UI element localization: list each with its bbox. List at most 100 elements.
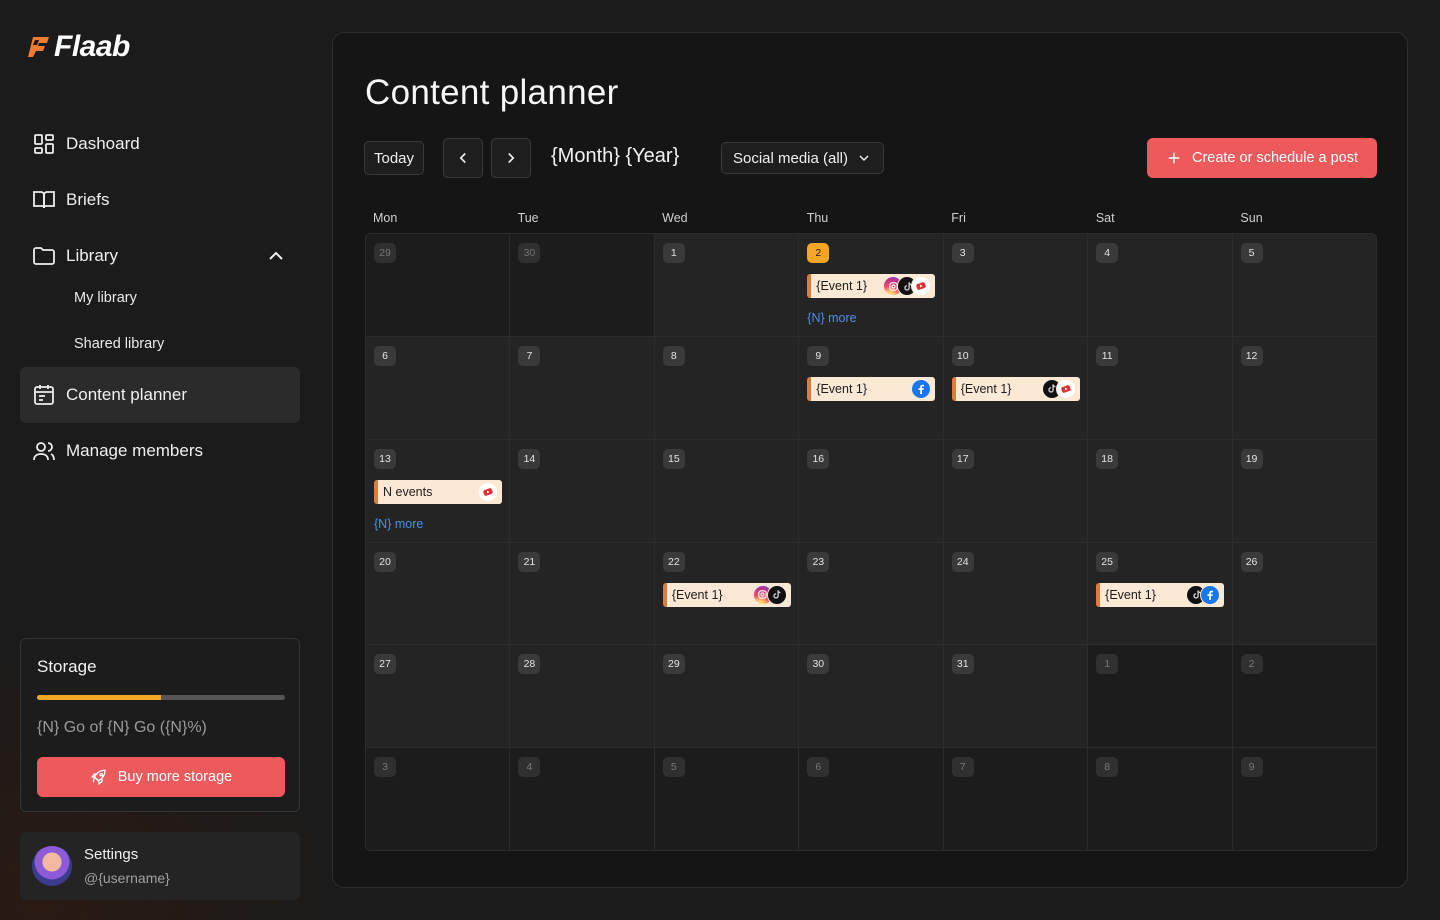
- day-number: 5: [1240, 243, 1263, 263]
- day-number: 4: [1096, 243, 1119, 263]
- calendar-day-cell[interactable]: 7: [943, 748, 1088, 850]
- logo[interactable]: Flaab: [28, 30, 130, 64]
- event-chip[interactable]: {Event 1}: [807, 274, 936, 298]
- profile-card[interactable]: Settings @{username}: [20, 832, 300, 900]
- calendar-day-cell[interactable]: 10 {Event 1}: [943, 336, 1088, 439]
- calendar-day-cell[interactable]: 23: [799, 542, 943, 645]
- calendar-day-cell[interactable]: 8: [1088, 748, 1232, 850]
- next-month-button[interactable]: [491, 138, 531, 178]
- calendar-day-cell[interactable]: 9: [1232, 748, 1376, 850]
- calendar-day-cell[interactable]: 28: [510, 645, 654, 748]
- calendar-day-cell[interactable]: 4: [1088, 234, 1232, 336]
- sidebar-item-label: Content planner: [66, 385, 187, 404]
- day-number: 24: [951, 551, 974, 572]
- calendar-day-cell[interactable]: 20: [366, 542, 510, 645]
- event-chip[interactable]: N events: [374, 479, 502, 504]
- calendar-day-cell[interactable]: 27: [366, 645, 510, 748]
- event-label: {Event 1}: [960, 381, 1012, 396]
- calendar-day-cell[interactable]: 21: [510, 542, 654, 645]
- calendar-day-cell[interactable]: 29: [366, 234, 510, 336]
- event-chip[interactable]: {Event 1}: [1096, 582, 1225, 607]
- buy-storage-button[interactable]: Buy more storage: [37, 757, 285, 797]
- calendar-day-cell[interactable]: 29: [654, 645, 799, 748]
- calendar-day-cell[interactable]: 30: [510, 234, 654, 336]
- calendar-day-cell[interactable]: 15: [654, 439, 799, 542]
- sidebar-item-briefs[interactable]: Briefs: [20, 172, 300, 228]
- chevron-up-icon[interactable]: [264, 244, 288, 268]
- calendar-day-cell[interactable]: 6: [799, 748, 943, 850]
- more-events-link[interactable]: {N} more: [807, 311, 856, 325]
- day-number: 13: [374, 448, 396, 469]
- calendar-day-cell[interactable]: 7: [510, 336, 654, 439]
- facebook-icon: [1200, 584, 1221, 605]
- calendar-day-cell[interactable]: 8: [654, 336, 799, 439]
- book-icon: [33, 191, 55, 209]
- event-platform-icons: [1041, 378, 1076, 399]
- day-number: 12: [1240, 345, 1263, 366]
- day-number: 2: [1240, 654, 1263, 675]
- calendar-day-cell[interactable]: 30: [799, 645, 943, 748]
- day-number: 30: [807, 654, 830, 675]
- event-chip[interactable]: {Event 1}: [951, 376, 1080, 401]
- calendar-day-cell[interactable]: 12: [1232, 336, 1376, 439]
- calendar-day-cell[interactable]: 18: [1088, 439, 1232, 542]
- day-number: 14: [518, 448, 541, 469]
- more-events-link[interactable]: {N} more: [374, 517, 423, 531]
- sidebar-item-library[interactable]: Library: [20, 228, 300, 284]
- calendar-day-cell[interactable]: 26: [1232, 542, 1376, 645]
- sidebar-item-manage-members[interactable]: Manage members: [20, 423, 300, 479]
- calendar-day-cell[interactable]: 31: [943, 645, 1088, 748]
- event-chip[interactable]: {Event 1}: [662, 582, 791, 607]
- calendar-day-cell[interactable]: 1: [1088, 645, 1232, 748]
- calendar-day-cell[interactable]: 9 {Event 1}: [799, 336, 943, 439]
- sidebar-item-content-planner[interactable]: Content planner: [20, 367, 300, 423]
- sidebar-item-dashboard[interactable]: Dashoard: [20, 116, 300, 172]
- tiktok-icon: [766, 584, 787, 605]
- event-chip[interactable]: {Event 1}: [807, 376, 936, 401]
- day-number: 25: [1096, 551, 1119, 572]
- event-label: {Event 1}: [671, 587, 723, 602]
- storage-card: Storage {N} Go of {N} Go ({N}%) Buy more…: [20, 638, 300, 812]
- calendar-day-cell[interactable]: 5: [1232, 234, 1376, 336]
- calendar-day-cell[interactable]: 3: [943, 234, 1088, 336]
- social-media-filter[interactable]: Social media (all): [721, 142, 884, 174]
- day-number: 28: [518, 654, 541, 675]
- calendar-day-cell[interactable]: 2: [1232, 645, 1376, 748]
- settings-link[interactable]: Settings: [84, 846, 138, 863]
- event-label: {Event 1}: [816, 279, 868, 293]
- day-number: 7: [518, 345, 541, 366]
- calendar-day-cell[interactable]: 22 {Event 1}: [654, 542, 799, 645]
- calendar-day-cell[interactable]: 24: [943, 542, 1088, 645]
- sidebar-subitem-my-library[interactable]: My library: [74, 290, 137, 306]
- calendar-day-cell[interactable]: 13 N events {N} more: [366, 439, 510, 542]
- day-number: 22: [662, 551, 685, 572]
- calendar-day-cell[interactable]: 1: [654, 234, 799, 336]
- calendar-day-cell[interactable]: 14: [510, 439, 654, 542]
- create-post-button[interactable]: Create or schedule a post: [1147, 138, 1377, 178]
- storage-usage-text: {N} Go of {N} Go ({N}%): [37, 719, 207, 736]
- calendar-day-cell[interactable]: 16: [799, 439, 943, 542]
- weekday-header: Sun: [1240, 211, 1263, 225]
- calendar-day-cell[interactable]: 6: [366, 336, 510, 439]
- calendar-day-cell[interactable]: 3: [366, 748, 510, 850]
- calendar-day-cell[interactable]: 17: [943, 439, 1088, 542]
- day-number: 18: [1096, 448, 1119, 469]
- page-title: Content planner: [365, 73, 619, 112]
- calendar-day-cell[interactable]: 19: [1232, 439, 1376, 542]
- sidebar-subitem-shared-library[interactable]: Shared library: [74, 336, 164, 352]
- calendar-day-cell[interactable]: 25 {Event 1}: [1088, 542, 1232, 645]
- today-button[interactable]: Today: [364, 141, 424, 175]
- day-number: 7: [951, 757, 974, 778]
- calendar-day-cell[interactable]: 2 {Event 1} {N} more: [799, 234, 943, 336]
- calendar-day-cell[interactable]: 4: [510, 748, 654, 850]
- event-platform-icons: [911, 378, 932, 399]
- youtube-icon: [478, 481, 498, 502]
- event-platform-icons: [478, 481, 498, 502]
- prev-month-button[interactable]: [443, 138, 483, 178]
- weekday-header: Wed: [662, 211, 688, 225]
- day-number: 26: [1240, 551, 1263, 572]
- day-number: 27: [374, 654, 396, 675]
- calendar-day-cell[interactable]: 11: [1088, 336, 1232, 439]
- calendar-day-cell[interactable]: 5: [654, 748, 799, 850]
- sidebar-item-label: Library: [66, 246, 118, 265]
